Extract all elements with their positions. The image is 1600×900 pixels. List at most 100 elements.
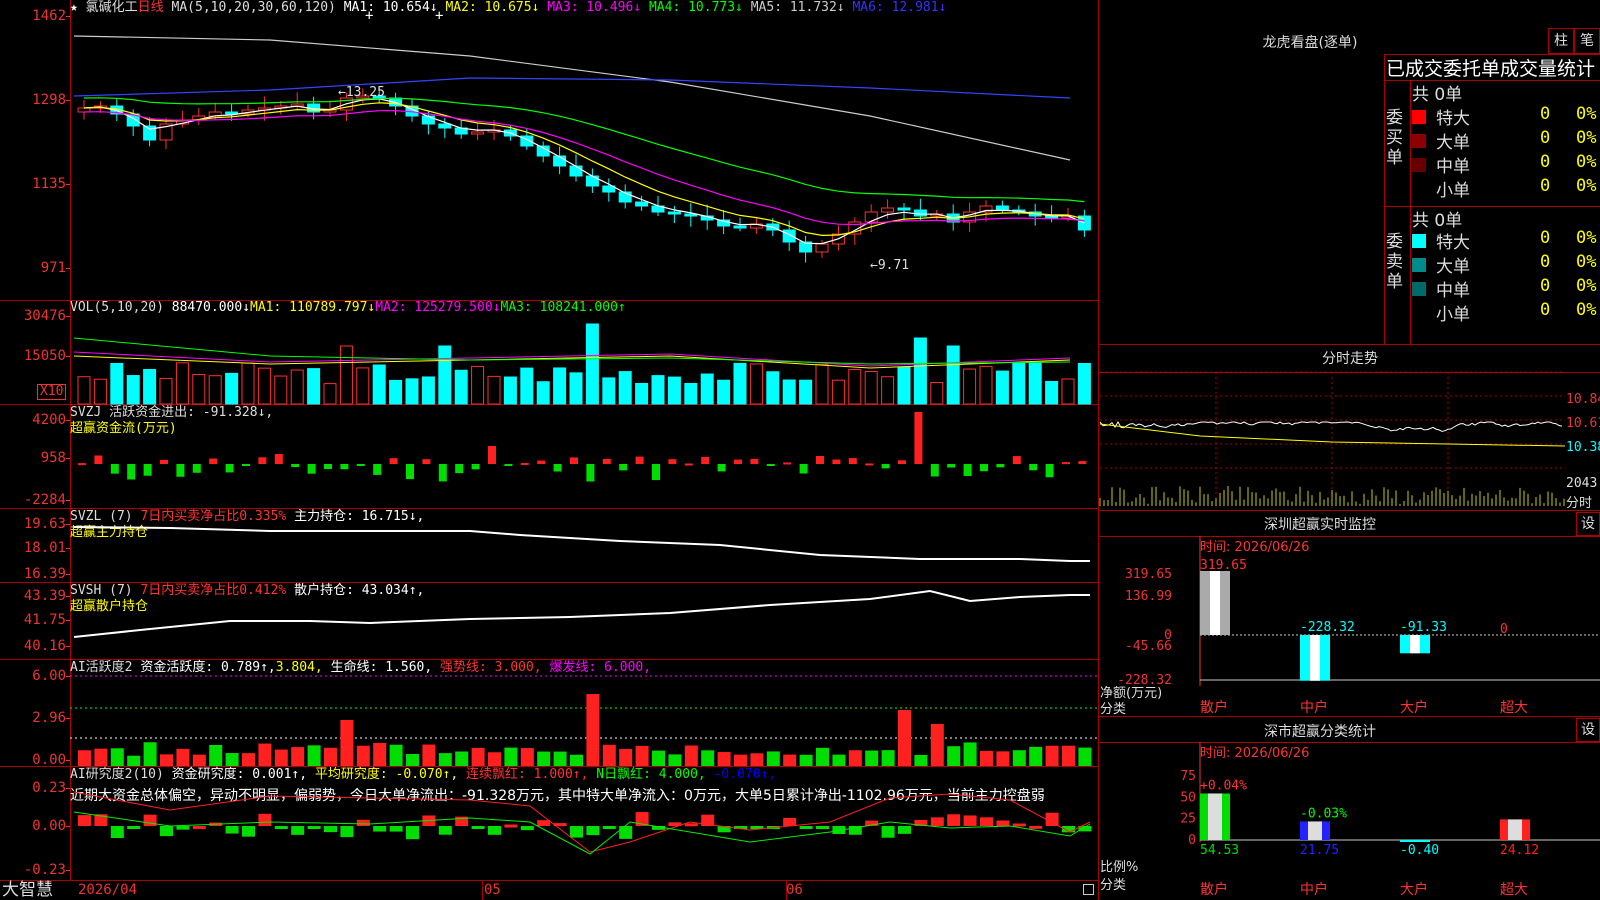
svzj-bar [110,464,119,474]
air-bar [619,826,633,839]
y-label: 15050 [23,348,66,364]
ai2-bar [127,755,141,766]
fenshi-chart[interactable] [1099,371,1566,508]
longhu-title: 龙虎看盘(逐单) [1262,35,1358,51]
candle-body [667,211,681,215]
air-bar [471,826,485,829]
svzj-bar [881,464,890,469]
air-bar [291,826,305,835]
sell-side-label: 委卖单 [1386,232,1403,292]
svsh-chart[interactable] [70,583,1098,659]
air-bar [110,826,124,839]
kline-chart[interactable]: ←13.25 ←9.71 + + [70,8,1098,300]
y-label: 958 [40,450,66,466]
vol-unit-badge: X10 [37,384,67,400]
svzj-bar [1012,456,1021,464]
classify-y-label: 0 [1188,833,1196,848]
monitor-chart[interactable]: 319.65 136.99 0 -45.66 -228.32 319.65 散户 -228.3… [1100,536,1600,716]
candle-body [815,243,829,253]
longhu-inner-line [1410,80,1411,344]
ai2-bar [209,745,223,766]
y-label: 41.75 [23,612,66,628]
air-chart[interactable] [70,791,1098,880]
longhu-bar-button[interactable]: 柱 [1548,28,1574,54]
air-bar [258,813,272,826]
vol-chart[interactable] [70,316,1098,405]
fenshi-bottom-line [1100,510,1600,511]
svzj-bar [1078,461,1087,464]
monitor-bar-value: 319.65 [1200,558,1247,573]
order-size-label: 小单 [1436,181,1470,201]
svzj-bar [1045,464,1054,478]
monitor-bar-value: -91.33 [1400,620,1447,635]
longhu-bottom-line [1100,344,1600,345]
y-label: 19.63 [23,516,66,532]
legend-swatch [1412,134,1426,148]
legend-swatch [1412,234,1426,248]
ai2-bar [848,750,862,766]
svzj-bar [586,464,595,482]
ai2-chart[interactable] [70,660,1098,766]
air-bar [78,815,91,826]
star-icon[interactable]: ★ [70,0,78,15]
period-label[interactable]: 日线 [138,0,164,15]
ai2-bar [717,752,731,766]
air-bar [684,823,698,827]
svsh-line [73,589,1090,638]
air-bar [963,815,977,826]
ai2-bar [701,750,715,766]
svzj-bar [701,456,710,464]
vol-bar [635,382,649,405]
air-bar [570,826,583,838]
fenshi-price-line [1099,420,1563,432]
order-percent: 0% [1576,228,1597,248]
air-bar [406,826,419,840]
air-bar [586,826,600,836]
y-label: 40.16 [23,638,66,654]
classify-bar-highlight [1508,819,1522,840]
air-fund: 资金研究度: 0.001↑, [171,767,308,782]
svzl-chart[interactable] [70,509,1098,582]
longhu-tick-button[interactable]: 笔 [1574,28,1600,54]
ai2-bar [996,751,1010,766]
ai2-bar [406,753,419,766]
order-count: 0 [1540,228,1551,248]
order-size-label: 中单 [1436,281,1470,301]
svzj-bar [192,464,201,473]
ai2-bar [422,744,436,766]
monitor-settings-button[interactable]: 设 [1576,512,1600,536]
monitor-category-label: 大户 [1400,699,1428,716]
svzj-bar [356,464,365,466]
brand-label: 大智慧 [2,880,53,900]
vol-label: VOL(5,10,20) [70,300,164,315]
order-size-label: 特大 [1436,109,1470,129]
classify-bar-value: 21.75 [1300,843,1339,858]
candle-body [471,131,485,135]
svzj-bar [225,464,234,473]
main-header: ★ 氯碱化工日线 MA(5,10,20,30,60,120) MA1: 10.6… [70,0,946,16]
vol-bar [684,382,698,405]
ai2-bar [602,744,616,766]
ai2-bar [914,754,928,766]
fenshi-y-label: 10.84 [1566,392,1600,407]
svzj-bar [602,459,611,464]
classify-settings-button[interactable]: 设 [1576,718,1600,742]
air-header: AI研究度2(10) 资金研究度: 0.001↑, 平均研究度: -0.070↑… [70,767,776,783]
classify-chart[interactable]: 75 50 25 0 +0.04% 54.53 散户 -0.03% 21.75 中户 -0.40 大户… [1100,742,1600,900]
lock-icon[interactable] [1083,884,1094,895]
ai2-bar [488,752,501,766]
svzj-bar [143,464,152,476]
air-bar [488,826,501,835]
ma-label: MA(5,10,20,30,60,120) [171,0,336,15]
svzj-bar [406,464,414,480]
vol-bar [782,379,796,405]
ai2-bar [192,754,206,766]
divider-footer [0,880,1098,881]
vol-bar [323,383,337,405]
air-bar [143,814,157,826]
air-bar [225,826,239,834]
svzj-bar [389,458,398,464]
air-bar [930,817,944,826]
vol-bar [569,372,583,405]
svzj-chart[interactable] [70,412,1098,508]
